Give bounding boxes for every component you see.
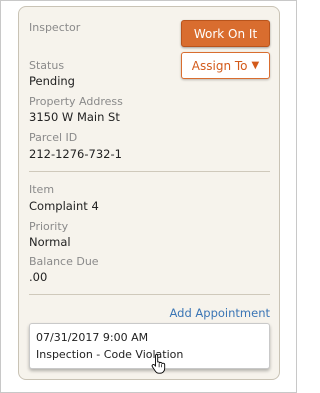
appointment-item[interactable]: 07/31/2017 9:00 AM Inspection - Code Vio… <box>29 323 270 369</box>
section-divider-1 <box>29 171 270 172</box>
inspection-card: Inspector Work On It Assign To ▼ Status … <box>18 6 280 380</box>
property-address-value: 3150 W Main St <box>29 110 120 124</box>
assign-to-button[interactable]: Assign To ▼ <box>181 52 270 79</box>
item-label: Item <box>29 183 55 196</box>
balance-due-label: Balance Due <box>29 255 99 268</box>
work-on-it-button[interactable]: Work On It <box>181 20 270 47</box>
balance-due-value: .00 <box>29 270 48 284</box>
caret-down-icon: ▼ <box>251 59 260 71</box>
appointment-datetime: 07/31/2017 9:00 AM <box>36 331 149 344</box>
inspector-label: Inspector <box>29 21 81 34</box>
hand-pointer-cursor-icon <box>151 353 166 374</box>
section-divider-2 <box>29 294 270 295</box>
priority-label: Priority <box>29 220 69 233</box>
window-frame: Inspector Work On It Assign To ▼ Status … <box>0 0 297 393</box>
add-appointment-link[interactable]: Add Appointment <box>170 306 271 320</box>
priority-value: Normal <box>29 235 71 249</box>
item-value: Complaint 4 <box>29 199 99 213</box>
property-address-label: Property Address <box>29 95 123 108</box>
status-label: Status <box>29 59 65 72</box>
status-value: Pending <box>29 74 75 88</box>
parcel-id-label: Parcel ID <box>29 131 78 144</box>
assign-to-label: Assign To <box>191 58 248 73</box>
work-on-it-label: Work On It <box>193 26 258 41</box>
parcel-id-value: 212-1276-732-1 <box>29 147 122 161</box>
